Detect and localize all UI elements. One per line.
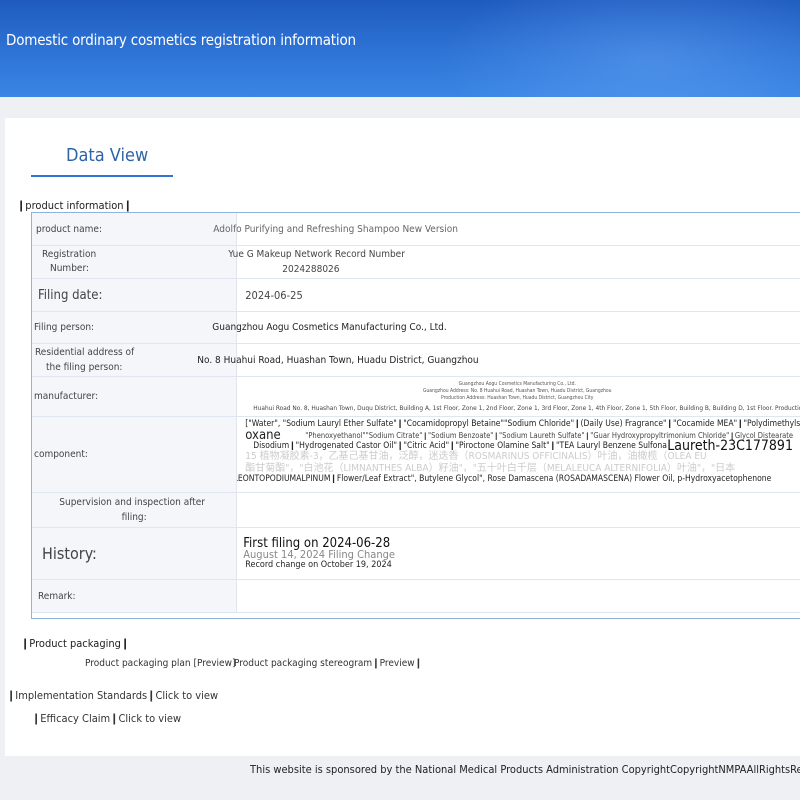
address-value: No. 8 Huahui Road, Huashan Town, Huadu D… bbox=[197, 354, 479, 366]
supervision-label-1: Supervision and inspection after bbox=[59, 497, 205, 508]
product-name-label: product name: bbox=[30, 212, 238, 246]
registration-label-2: Number: bbox=[50, 263, 89, 274]
row-product-name: product name: Adolfo Purifying and Refre… bbox=[30, 212, 800, 246]
registration-value-1: Yue G Makeup Network Record Number bbox=[228, 249, 405, 260]
component-faded-1: 15 植物凝胶素-3，乙基己基甘油，泛醇，迷迭香（ROSMARINUS OFFI… bbox=[245, 451, 707, 462]
row-residential-address: Residential address of the filing person… bbox=[30, 343, 800, 377]
remark-label: Remark: bbox=[30, 579, 238, 613]
product-name-value: Adolfo Purifying and Refreshing Shampoo … bbox=[213, 223, 458, 235]
efficacy-claim-link[interactable]: ❙Efficacy Claim❙Click to view bbox=[32, 712, 181, 725]
page-title: Domestic ordinary cosmetics registration… bbox=[6, 31, 356, 49]
manufacturer-label: manufacturer: bbox=[30, 376, 238, 417]
history-label: History: bbox=[30, 527, 238, 580]
row-registration-number: Registration Number: Yue G Makeup Networ… bbox=[30, 245, 800, 279]
history-third: Record change on October 19, 2024 bbox=[245, 560, 392, 570]
filing-person-label: Filing person: bbox=[30, 311, 238, 344]
row-filing-date: Filing date: 2024-06-25 bbox=[30, 278, 800, 312]
packaging-plan-link[interactable]: Product packaging plan [Preview] bbox=[85, 658, 235, 669]
filing-date-value: 2024-06-25 bbox=[236, 278, 800, 312]
footer-text: This website is sponsored by the Nationa… bbox=[250, 763, 800, 776]
supervision-label-2: filing: bbox=[121, 512, 147, 523]
component-line-1: ["Water", "Sodium Lauryl Ether Sulfate"❙… bbox=[245, 419, 800, 429]
row-remark: Remark: bbox=[30, 579, 800, 613]
row-filing-person: Filing person: Guangzhou Aogu Cosmetics … bbox=[30, 311, 800, 344]
tab-data-view[interactable]: Data View bbox=[31, 140, 173, 177]
section-product-packaging: ❙Product packaging❙ bbox=[21, 637, 130, 650]
component-line-3: Disodium❙"Hydrogenated Castor Oil"❙"Citr… bbox=[253, 441, 679, 451]
registration-value-2: 2024288026 bbox=[282, 264, 340, 275]
filing-date-label: Filing date: bbox=[30, 278, 238, 312]
component-label: component: bbox=[30, 416, 238, 493]
header-banner: Domestic ordinary cosmetics registration… bbox=[0, 0, 800, 97]
manufacturer-small-3: Production Address: Huashan Town, Huadu … bbox=[441, 395, 594, 401]
section-product-information: ❙product information❙ bbox=[17, 199, 132, 212]
tab-label: Data View bbox=[66, 145, 149, 166]
product-info-table: product name: Adolfo Purifying and Refre… bbox=[30, 212, 800, 613]
row-history: History: First filing on 2024-06-28 Augu… bbox=[30, 527, 800, 580]
manufacturer-value: Huahui Road No. 8, Huashan Town, Duqu Di… bbox=[253, 404, 800, 412]
component-faded-2: 酯甘菊酯"，"白池花（LIMNANTHES ALBA）籽油"，"五十叶白千层（M… bbox=[245, 463, 736, 474]
row-manufacturer: manufacturer: Guangzhou Aogu Cosmetics M… bbox=[30, 376, 800, 417]
component-line-1b: oxane bbox=[245, 428, 281, 443]
row-supervision: Supervision and inspection after filing: bbox=[30, 492, 800, 528]
manufacturer-small-2: Guangzhou Address: No. 8 Huahui Road, Hu… bbox=[422, 388, 612, 394]
manufacturer-small-1: Guangzhou Aogu Cosmetics Manufacturing C… bbox=[458, 381, 576, 387]
filing-person-value: Guangzhou Aogu Cosmetics Manufacturing C… bbox=[212, 322, 447, 333]
component-line-4: ❙LEONTOPODIUMALPINUM❙Flower/Leaf Extract… bbox=[236, 474, 772, 484]
component-overlay: Laureth-23C177891 bbox=[667, 438, 793, 454]
row-component: component: ["Water", "Sodium Lauryl Ethe… bbox=[30, 416, 800, 493]
implementation-standards-link[interactable]: ❙Implementation Standards❙Click to view bbox=[7, 689, 218, 702]
registration-label-1: Registration bbox=[42, 249, 97, 260]
packaging-stereogram-link[interactable]: Product packaging stereogram❙Preview❙ bbox=[234, 658, 422, 669]
